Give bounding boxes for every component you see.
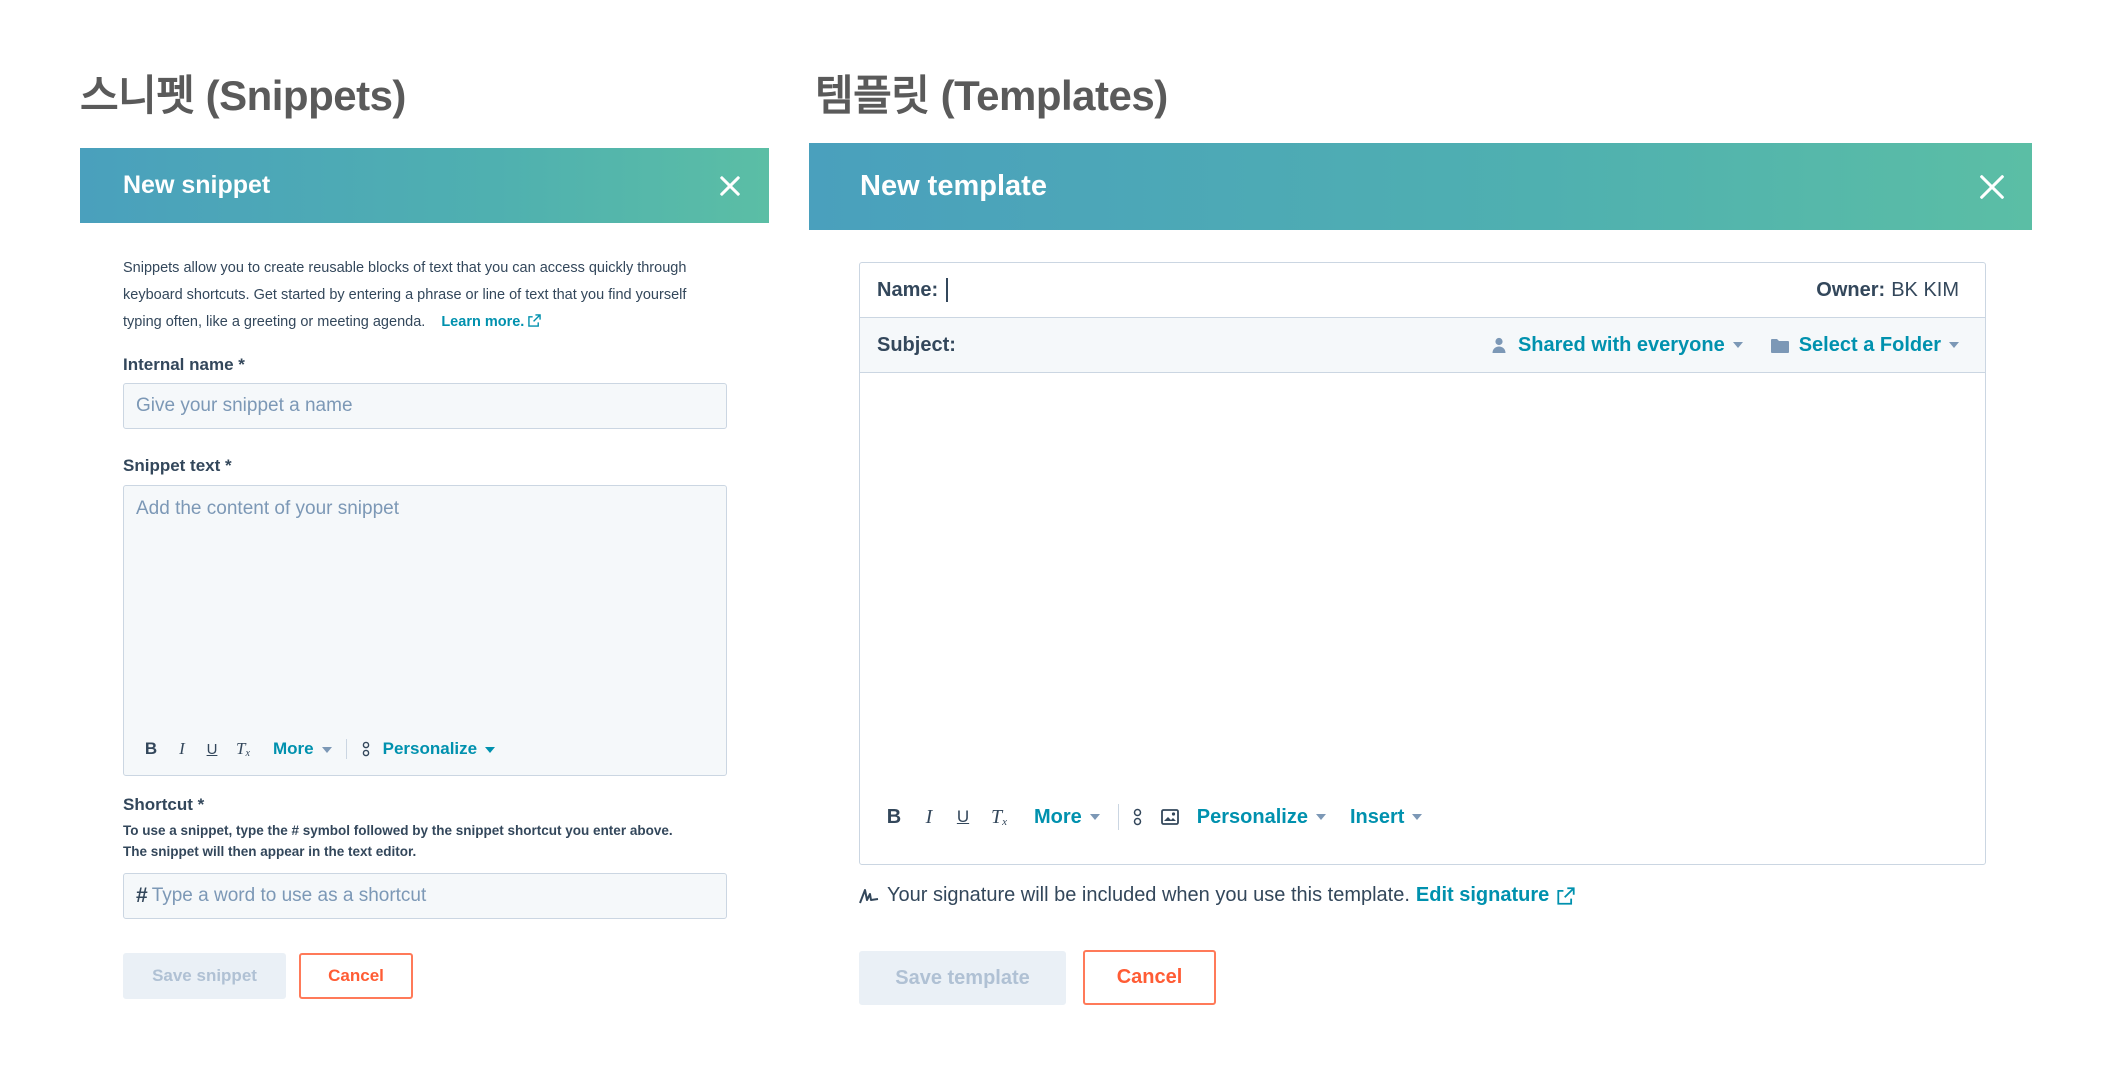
underline-icon[interactable]: U [956, 807, 970, 827]
chevron-down-icon [1315, 814, 1326, 821]
more-dropdown[interactable]: More [273, 739, 332, 759]
edit-signature-link[interactable]: Edit signature [1416, 884, 1575, 907]
owner-value[interactable]: BK KIM [1891, 279, 1959, 302]
bold-icon[interactable]: B [143, 739, 159, 759]
template-editor-toolbar: B I U Tx More Personalize Insert [886, 803, 1423, 831]
template-dialog-title: New template [860, 170, 1047, 202]
bold-icon[interactable]: B [886, 806, 902, 829]
external-link-icon [1557, 886, 1575, 905]
snippet-dialog-title: New snippet [123, 171, 271, 199]
snippet-editor-toolbar: B I U Tx More Personalize [143, 738, 496, 760]
close-icon[interactable] [1978, 173, 2006, 201]
templates-section-title: 템플릿 (Templates) [815, 72, 1168, 119]
chevron-down-icon [1412, 814, 1423, 821]
italic-icon[interactable]: I [922, 806, 936, 829]
template-name-label: Name: [877, 278, 939, 301]
personalize-token-icon [1133, 808, 1143, 826]
chevron-down-icon [321, 746, 332, 753]
image-icon[interactable] [1160, 809, 1179, 825]
subject-label: Subject: [877, 333, 956, 356]
personalize-token-icon [361, 741, 371, 757]
italic-icon[interactable]: I [175, 739, 189, 759]
template-dialog-header: New template [809, 143, 2032, 230]
signature-note: Your signature will be included when you… [859, 884, 1575, 907]
chevron-down-icon [1089, 814, 1100, 821]
underline-icon[interactable]: U [205, 741, 219, 758]
insert-dropdown[interactable]: Insert [1350, 806, 1423, 829]
hash-prefix: # [136, 884, 148, 907]
snippet-intro-text: Snippets allow you to create reusable bl… [123, 260, 687, 330]
learn-more-link[interactable]: Learn more. [441, 314, 542, 330]
shortcut-label: Shortcut * [123, 795, 205, 814]
sharing-dropdown[interactable]: Shared with everyone [1492, 334, 1743, 357]
save-snippet-button[interactable]: Save snippet [123, 953, 286, 999]
template-subject-row[interactable]: Subject: Shared with everyone Select a F… [860, 318, 1985, 373]
template-name-row[interactable]: Name: Owner: BK KIM [860, 263, 1985, 318]
snippet-text-label: Snippet text * [123, 456, 232, 475]
cancel-template-button[interactable]: Cancel [1083, 950, 1216, 1005]
chevron-down-icon [485, 746, 496, 753]
external-link-icon [528, 314, 542, 330]
clear-format-icon[interactable]: Tx [235, 739, 251, 759]
snippet-text-editor[interactable]: Add the content of your snippet [123, 485, 727, 776]
folder-icon [1770, 338, 1789, 353]
chevron-down-icon [1949, 342, 1959, 348]
snippets-section-title: 스니펫 (Snippets) [80, 72, 406, 119]
more-dropdown[interactable]: More [1034, 806, 1100, 829]
chevron-down-icon [1732, 342, 1743, 348]
owner-label: Owner: [1816, 278, 1886, 301]
template-body-editor[interactable] [860, 373, 1985, 863]
folder-dropdown[interactable]: Select a Folder [1770, 334, 1959, 357]
shortcut-input[interactable]: # Type a word to use as a shortcut [123, 873, 727, 919]
user-icon [1492, 337, 1506, 353]
template-name-input-caret[interactable] [946, 278, 948, 302]
clear-format-icon[interactable]: Tx [990, 806, 1008, 829]
template-editor-box: Name: Owner: BK KIM Subject: Shared with… [859, 262, 1986, 865]
personalize-dropdown[interactable]: Personalize [1197, 806, 1326, 829]
internal-name-label: Internal name * [123, 355, 245, 374]
close-icon[interactable]: .s-close::before,.s-close::after{width:2… [717, 173, 743, 199]
internal-name-input[interactable]: Give your snippet a name [123, 383, 727, 429]
cancel-snippet-button[interactable]: Cancel [299, 953, 413, 999]
save-template-button[interactable]: Save template [859, 951, 1066, 1005]
personalize-dropdown[interactable]: Personalize [383, 739, 496, 759]
shortcut-help: To use a snippet, type the # symbol foll… [123, 823, 673, 859]
signature-icon [859, 887, 879, 905]
snippet-dialog-header: New snippet .s-close::before,.s-close::a… [80, 148, 769, 223]
